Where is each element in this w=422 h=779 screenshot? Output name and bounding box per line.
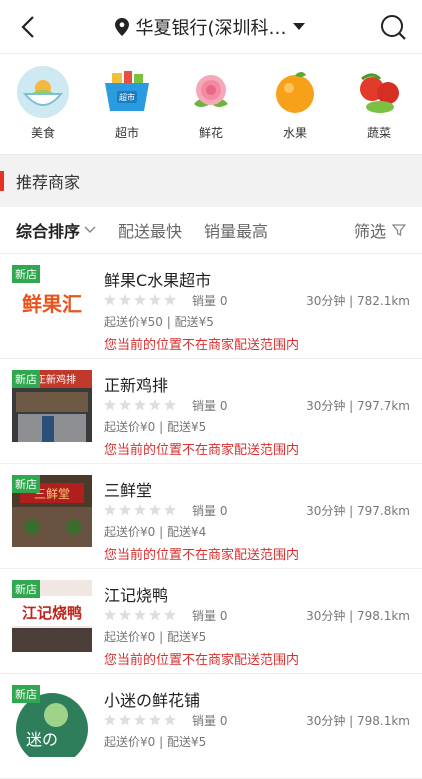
rating-stars: [104, 399, 176, 411]
store-thumbnail: 新店 迷の: [12, 685, 92, 757]
category-flowers[interactable]: 鲜花: [180, 66, 242, 144]
store-sales: 销量 0: [192, 714, 228, 728]
store-name: 三鲜堂: [104, 481, 153, 500]
chevron-down-icon: [84, 226, 96, 234]
store-fee: 起送价¥0 | 配送¥4: [104, 525, 207, 539]
category-label: 鲜花: [198, 126, 223, 140]
svg-text:鲜果汇: 鲜果汇: [22, 292, 82, 316]
vegetables-icon: [353, 66, 405, 118]
rating-stars: [104, 504, 176, 516]
food-bowl-icon: [17, 66, 69, 118]
category-food[interactable]: 美食: [12, 66, 74, 144]
category-row: 美食 超市 超市 鲜花 水果 蔬菜: [0, 54, 422, 154]
category-fruit[interactable]: 水果: [264, 66, 326, 144]
star-rating-icon: [104, 714, 176, 726]
rose-flower-icon: [185, 66, 237, 118]
location-selector[interactable]: 华夏银行(深圳科…: [115, 14, 305, 40]
store-list: 新店 鲜果汇 鲜果C水果超市 销量 0 30分钟 | 782.1km 起送价¥5…: [0, 254, 422, 779]
store-row[interactable]: 新店 江记烧鸭 江记烧鸭 销量 0 30分钟 | 798.1km 起送价¥0 |…: [0, 569, 422, 674]
store-fee: 起送价¥0 | 配送¥5: [104, 630, 207, 644]
category-supermarket[interactable]: 超市 超市: [96, 66, 158, 144]
location-title: 华夏银行(深圳科…: [135, 17, 287, 39]
out-of-range-warning: 您当前的位置不在商家配送范围内: [104, 443, 300, 458]
svg-text:迷の: 迷の: [26, 730, 58, 749]
store-distance: 30分钟 | 797.8km: [306, 504, 410, 518]
filter-button[interactable]: 筛选: [354, 218, 406, 242]
star-rating-icon: [104, 399, 176, 411]
svg-text:正新鸡排: 正新鸡排: [36, 373, 76, 386]
store-fee: 起送价¥0 | 配送¥5: [104, 420, 207, 434]
store-name: 小迷の鲜花铺: [104, 691, 201, 710]
filter-funnel-icon: [392, 224, 406, 237]
store-fee: 起送价¥0 | 配送¥5: [104, 735, 207, 749]
store-distance: 30分钟 | 798.1km: [306, 609, 410, 623]
store-thumbnail: 新店 正新鸡排: [12, 370, 92, 442]
category-label: 美食: [30, 126, 55, 140]
out-of-range-warning: 您当前的位置不在商家配送范围内: [104, 338, 300, 353]
store-thumbnail: 新店 三鲜堂: [12, 475, 92, 547]
store-fee: 起送价¥50 | 配送¥5: [104, 315, 214, 329]
out-of-range-warning: 您当前的位置不在商家配送范围内: [104, 548, 300, 563]
new-store-badge: 新店: [12, 685, 40, 703]
store-sales: 销量 0: [192, 399, 228, 413]
sort-comprehensive-label: 综合排序: [16, 222, 81, 241]
orange-fruit-icon: [269, 66, 321, 118]
rating-stars: [104, 714, 176, 726]
new-store-badge: 新店: [12, 265, 40, 283]
store-distance: 30分钟 | 797.7km: [306, 399, 410, 413]
sort-fastest-tab[interactable]: 配送最快: [118, 218, 182, 242]
store-name: 江记烧鸭: [104, 586, 169, 605]
store-row[interactable]: 新店 鲜果汇 鲜果C水果超市 销量 0 30分钟 | 782.1km 起送价¥5…: [0, 254, 422, 359]
store-thumbnail: 新店 江记烧鸭: [12, 580, 92, 652]
star-rating-icon: [104, 504, 176, 516]
sort-top-sales-tab[interactable]: 销量最高: [204, 218, 268, 242]
store-sales: 销量 0: [192, 294, 228, 308]
back-arrow-icon: [21, 15, 34, 38]
store-name: 鲜果C水果超市: [104, 271, 212, 290]
category-label: 超市: [114, 126, 139, 140]
store-distance: 30分钟 | 782.1km: [306, 294, 410, 308]
rating-stars: [104, 294, 176, 306]
svg-text:江记烧鸭: 江记烧鸭: [22, 604, 82, 622]
store-name: 正新鸡排: [104, 376, 169, 395]
store-thumbnail: 新店 鲜果汇: [12, 265, 92, 337]
sort-bar: 综合排序 配送最快 销量最高 筛选: [0, 207, 422, 254]
category-label: 蔬菜: [366, 126, 391, 140]
store-row[interactable]: 新店 正新鸡排 正新鸡排 销量 0 30分钟 | 797.7km 起送价¥0 |…: [0, 359, 422, 464]
store-row[interactable]: 新店 迷の 小迷の鲜花铺 销量 0 30分钟 | 798.1km 起送价¥0 |…: [0, 674, 422, 779]
store-distance: 30分钟 | 798.1km: [306, 714, 410, 728]
rating-stars: [104, 609, 176, 621]
section-title: 推荐商家: [16, 173, 81, 192]
out-of-range-warning: 您当前的位置不在商家配送范围内: [104, 653, 300, 668]
store-sales: 销量 0: [192, 504, 228, 518]
search-icon: [381, 14, 406, 40]
new-store-badge: 新店: [12, 475, 40, 493]
svg-text:超市: 超市: [119, 92, 135, 102]
new-store-badge: 新店: [12, 370, 40, 388]
dropdown-caret-icon: [292, 22, 305, 30]
sort-comprehensive-tab[interactable]: 综合排序: [16, 218, 96, 242]
store-row[interactable]: 新店 三鲜堂 三鲜堂 销量 0 30分钟 | 797.8km 起送价¥0 | 配…: [0, 464, 422, 569]
back-button[interactable]: [14, 13, 42, 41]
store-sales: 销量 0: [192, 609, 228, 623]
search-button[interactable]: [378, 12, 408, 42]
location-pin-icon: [115, 17, 130, 36]
recommended-section-header: 推荐商家: [0, 154, 422, 207]
category-label: 水果: [282, 126, 307, 140]
filter-label: 筛选: [353, 222, 386, 241]
new-store-badge: 新店: [12, 580, 40, 598]
top-bar: 华夏银行(深圳科…: [0, 0, 422, 54]
star-rating-icon: [104, 294, 176, 306]
category-vegetables[interactable]: 蔬菜: [348, 66, 410, 144]
supermarket-basket-icon: 超市: [101, 66, 153, 118]
star-rating-icon: [104, 609, 176, 621]
section-accent-bar: [0, 171, 4, 191]
